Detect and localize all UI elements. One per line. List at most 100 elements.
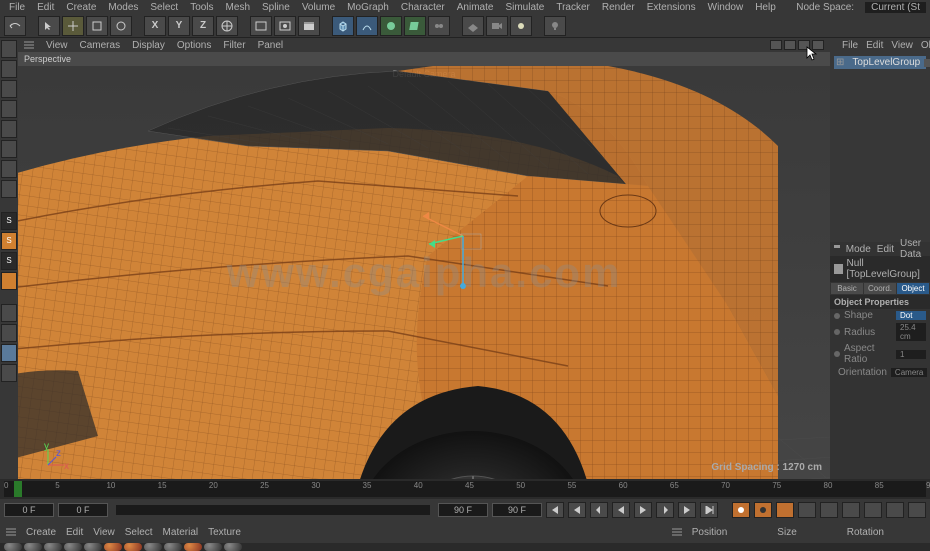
x-axis-button[interactable]: X	[144, 16, 166, 36]
hamburger-icon[interactable]	[6, 528, 16, 536]
scale-key-button[interactable]	[820, 502, 838, 518]
mat-menu-texture[interactable]: Texture	[208, 527, 241, 538]
misc-2-button[interactable]	[1, 324, 17, 342]
menu-character[interactable]: Character	[396, 2, 450, 13]
vp-menu-options[interactable]: Options	[177, 40, 211, 51]
workplane-button[interactable]	[1, 80, 17, 98]
workplane-snap-button[interactable]	[1, 272, 17, 290]
scale-tool-button[interactable]	[86, 16, 108, 36]
render-settings-button[interactable]	[298, 16, 320, 36]
attr-menu-mode[interactable]: Mode	[846, 244, 871, 255]
move-tool-button[interactable]	[62, 16, 84, 36]
radius-field[interactable]: 25.4 cm	[896, 323, 926, 341]
aspect-field[interactable]: 1	[896, 350, 926, 359]
menu-spline[interactable]: Spline	[257, 2, 295, 13]
keyframe-dot-icon[interactable]	[834, 313, 840, 319]
next-frame-button[interactable]	[656, 502, 674, 518]
menu-create[interactable]: Create	[61, 2, 101, 13]
menu-window[interactable]: Window	[703, 2, 749, 13]
material-preview[interactable]	[124, 543, 142, 551]
render-pv-button[interactable]	[274, 16, 296, 36]
mat-menu-select[interactable]: Select	[125, 527, 153, 538]
vp-menu-view[interactable]: View	[46, 40, 68, 51]
range-end-field[interactable]: 90 F	[438, 503, 488, 517]
vp-nav-2-icon[interactable]	[784, 40, 796, 50]
tab-basic[interactable]: Basic	[831, 283, 863, 294]
menu-edit[interactable]: Edit	[32, 2, 59, 13]
record-button[interactable]	[732, 502, 750, 518]
menu-simulate[interactable]: Simulate	[500, 2, 549, 13]
material-preview[interactable]	[144, 543, 162, 551]
coord-system-button[interactable]	[216, 16, 238, 36]
om-menu-file[interactable]: File	[842, 40, 858, 51]
point-mode-button[interactable]	[1, 120, 17, 138]
material-preview[interactable]	[164, 543, 182, 551]
material-preview[interactable]	[44, 543, 62, 551]
snap-3d-button[interactable]: S	[1, 232, 17, 250]
range-start-field[interactable]: 0 F	[4, 503, 54, 517]
attr-menu-edit[interactable]: Edit	[877, 244, 894, 255]
hamburger-icon[interactable]	[24, 41, 34, 49]
help-button[interactable]	[544, 16, 566, 36]
cube-primitive-button[interactable]	[332, 16, 354, 36]
om-menu-obj[interactable]: Obje	[921, 40, 930, 51]
material-preview[interactable]	[104, 543, 122, 551]
keyframe-dot-icon[interactable]	[834, 351, 840, 357]
vp-menu-filter[interactable]: Filter	[223, 40, 245, 51]
keyframe-sel-button[interactable]	[776, 502, 794, 518]
hamburger-icon[interactable]	[834, 245, 840, 253]
render-view-button[interactable]	[250, 16, 272, 36]
menu-help[interactable]: Help	[750, 2, 781, 13]
mat-menu-edit[interactable]: Edit	[66, 527, 83, 538]
texture-mode-button[interactable]	[1, 60, 17, 78]
om-menu-view[interactable]: View	[891, 40, 913, 51]
mat-menu-material[interactable]: Material	[163, 527, 199, 538]
y-axis-button[interactable]: Y	[168, 16, 190, 36]
timeline-ruler[interactable]: 051015202530354045505560657075808590	[0, 479, 930, 499]
tab-object[interactable]: Object	[897, 283, 929, 294]
misc-4-button[interactable]	[1, 364, 17, 382]
material-preview[interactable]	[84, 543, 102, 551]
prev-key-button[interactable]	[568, 502, 586, 518]
spline-primitive-button[interactable]	[356, 16, 378, 36]
menu-modes[interactable]: Modes	[103, 2, 143, 13]
menu-file[interactable]: File	[4, 2, 30, 13]
playhead[interactable]	[14, 481, 22, 497]
menu-render[interactable]: Render	[597, 2, 640, 13]
timeline-slider[interactable]	[116, 505, 430, 515]
generator-button[interactable]	[380, 16, 402, 36]
goto-start-button[interactable]	[546, 502, 564, 518]
shape-dropdown[interactable]: Dot	[896, 311, 926, 320]
misc-3-button[interactable]	[1, 344, 17, 362]
tab-coord[interactable]: Coord.	[864, 283, 896, 294]
snap-button[interactable]: S	[1, 212, 17, 230]
mat-menu-create[interactable]: Create	[26, 527, 56, 538]
options-button[interactable]	[908, 502, 926, 518]
vp-nav-1-icon[interactable]	[770, 40, 782, 50]
field-button[interactable]	[428, 16, 450, 36]
vp-nav-4-icon[interactable]	[812, 40, 824, 50]
deformer-button[interactable]	[404, 16, 426, 36]
material-preview[interactable]	[224, 543, 242, 551]
om-menu-edit[interactable]: Edit	[866, 40, 883, 51]
attr-menu-userdata[interactable]: User Data	[900, 238, 926, 260]
edge-mode-button[interactable]	[1, 100, 17, 118]
menu-animate[interactable]: Animate	[452, 2, 499, 13]
snap-2d-button[interactable]: S	[1, 252, 17, 270]
menu-extensions[interactable]: Extensions	[642, 2, 701, 13]
object-tree[interactable]: ⊞ TopLevelGroup	[830, 52, 930, 73]
menu-mograph[interactable]: MoGraph	[342, 2, 394, 13]
pos-key-button[interactable]	[798, 502, 816, 518]
visibility-dot-icon[interactable]	[924, 59, 930, 67]
axis-mode-button[interactable]	[1, 160, 17, 178]
rot-key-button[interactable]	[842, 502, 860, 518]
material-preview[interactable]	[4, 543, 22, 551]
material-preview[interactable]	[24, 543, 42, 551]
pla-key-button[interactable]	[886, 502, 904, 518]
menu-select[interactable]: Select	[145, 2, 183, 13]
undo-button[interactable]	[4, 16, 26, 36]
camera-button[interactable]	[486, 16, 508, 36]
prev-frame-button[interactable]	[590, 502, 608, 518]
rotate-tool-button[interactable]	[110, 16, 132, 36]
orientation-dropdown[interactable]: Camera	[891, 368, 927, 377]
